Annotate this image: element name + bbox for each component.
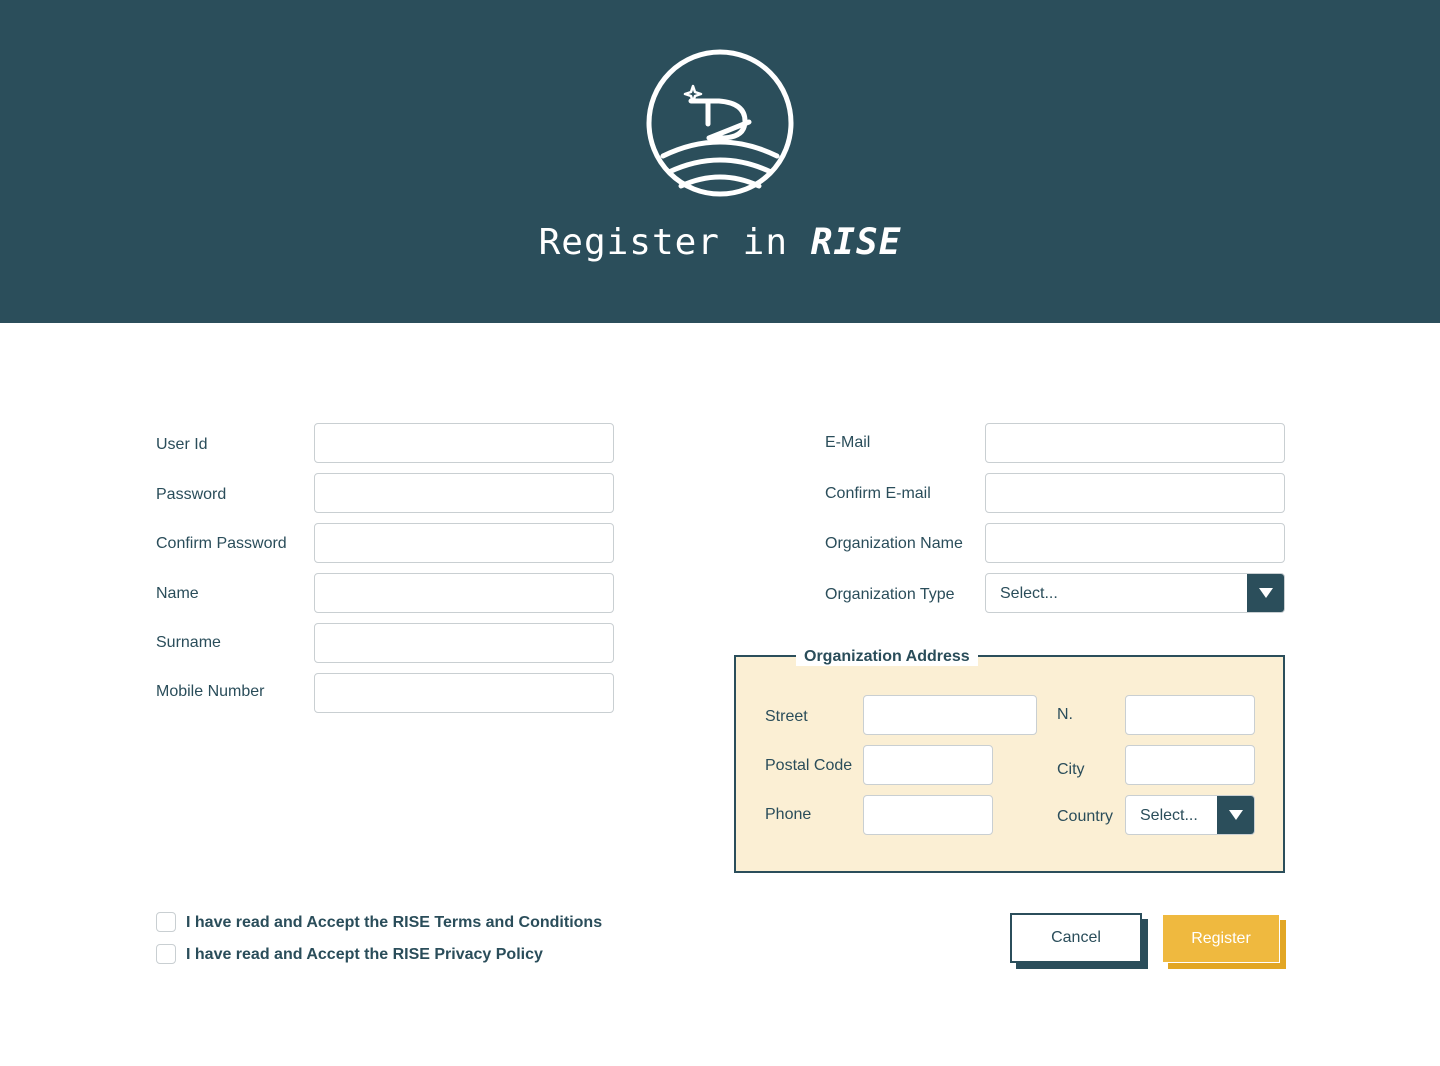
postal-code-label: Postal Code: [765, 757, 853, 774]
country-select[interactable]: Select...: [1125, 795, 1255, 835]
title-prefix: Register in: [538, 222, 789, 263]
email-input[interactable]: [985, 423, 1285, 463]
city-label: City: [1057, 761, 1085, 778]
organization-name-label: Organization Name: [825, 535, 963, 552]
page-title: Register in RISE: [0, 222, 1440, 263]
chevron-down-icon: [1228, 810, 1243, 820]
password-input[interactable]: [314, 473, 614, 513]
email-label: E-Mail: [825, 434, 871, 451]
street-input[interactable]: [863, 695, 1037, 735]
terms-label[interactable]: I have read and Accept the RISE Terms an…: [186, 914, 602, 932]
user-id-label: User Id: [156, 436, 208, 453]
street-label: Street: [765, 708, 808, 725]
privacy-checkbox[interactable]: [156, 944, 176, 964]
cancel-button[interactable]: Cancel: [1010, 913, 1142, 963]
mobile-number-label: Mobile Number: [156, 683, 265, 700]
header-banner: Register in RISE: [0, 0, 1440, 323]
title-brand: RISE: [810, 222, 902, 263]
confirm-password-input[interactable]: [314, 523, 614, 563]
organization-type-dropdown-button[interactable]: [1247, 574, 1284, 612]
phone-input[interactable]: [863, 795, 993, 835]
city-input[interactable]: [1125, 745, 1255, 785]
country-label: Country: [1057, 808, 1114, 825]
organization-type-select[interactable]: Select...: [985, 573, 1285, 613]
postal-code-input[interactable]: [863, 745, 993, 785]
country-dropdown-button[interactable]: [1217, 796, 1254, 834]
street-number-input[interactable]: [1125, 695, 1255, 735]
organization-type-label: Organization Type: [825, 586, 955, 603]
rise-logo-icon: [646, 49, 794, 197]
organization-name-input[interactable]: [985, 523, 1285, 563]
surname-label: Surname: [156, 634, 221, 651]
surname-input[interactable]: [314, 623, 614, 663]
confirm-email-label: Confirm E-mail: [825, 485, 931, 502]
street-number-label: N.: [1057, 706, 1073, 723]
name-input[interactable]: [314, 573, 614, 613]
phone-label: Phone: [765, 806, 812, 823]
user-id-input[interactable]: [314, 423, 614, 463]
chevron-down-icon: [1258, 588, 1273, 598]
organization-type-value: Select...: [1000, 585, 1058, 602]
mobile-number-input[interactable]: [314, 673, 614, 713]
password-label: Password: [156, 486, 227, 503]
organization-address-legend: Organization Address: [796, 648, 978, 666]
terms-checkbox[interactable]: [156, 912, 176, 932]
country-value: Select...: [1140, 807, 1198, 824]
privacy-label[interactable]: I have read and Accept the RISE Privacy …: [186, 946, 543, 964]
confirm-password-label: Confirm Password: [156, 535, 287, 552]
name-label: Name: [156, 585, 199, 602]
confirm-email-input[interactable]: [985, 473, 1285, 513]
register-button[interactable]: Register: [1162, 914, 1280, 963]
